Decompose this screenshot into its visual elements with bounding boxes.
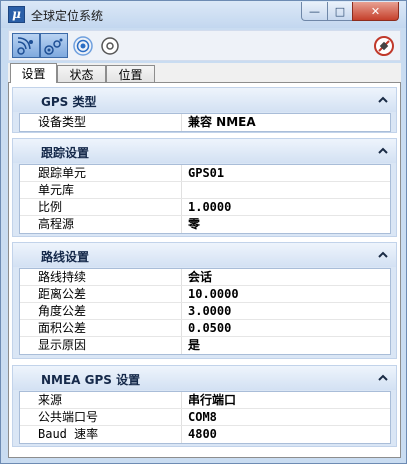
property-value[interactable]: 1.0000 <box>182 199 390 215</box>
gps-window: μ 全球定位系统 — □ ✕ 设置 状态 位置 GPS 类型 设备类型 兼容 N… <box>0 0 407 464</box>
maximize-button[interactable]: □ <box>327 2 353 21</box>
property-label: 单元库 <box>20 182 182 198</box>
section-route: 路线设置 路线持续 会话 距离公差 10.0000 角度公差 3.0000 面积… <box>12 242 397 359</box>
section-title: GPS 类型 <box>41 95 97 109</box>
signal-wave-icon[interactable] <box>70 33 96 58</box>
property-value[interactable]: 10.0000 <box>182 286 390 302</box>
section-nmea-gps: NMEA GPS 设置 来源 串行端口 公共端口号 COM8 Baud 速率 4… <box>12 365 397 447</box>
section-gps-type: GPS 类型 设备类型 兼容 NMEA <box>12 87 397 133</box>
property-label: 高程源 <box>20 216 182 233</box>
property-label: 路线持续 <box>20 269 182 285</box>
property-value[interactable]: 0.0500 <box>182 320 390 336</box>
property-label: 公共端口号 <box>20 409 182 425</box>
property-row-tracking-unit[interactable]: 跟踪单元 GPS01 <box>20 165 390 182</box>
property-grid: 路线持续 会话 距离公差 10.0000 角度公差 3.0000 面积公差 0.… <box>19 268 391 355</box>
property-label: 设备类型 <box>20 114 182 131</box>
settings-panel: GPS 类型 设备类型 兼容 NMEA 跟踪设置 跟踪单元 GPS01 单元库 … <box>8 82 401 458</box>
toolbar <box>8 30 401 61</box>
minimize-button[interactable]: — <box>301 2 328 21</box>
property-label: 距离公差 <box>20 286 182 302</box>
section-title: 路线设置 <box>41 250 90 264</box>
property-label: 比例 <box>20 199 182 215</box>
property-value[interactable]: 兼容 NMEA <box>182 114 390 131</box>
property-row-route-persistence[interactable]: 路线持续 会话 <box>20 269 390 286</box>
property-label: Baud 速率 <box>20 426 182 443</box>
property-row-elevation-source[interactable]: 高程源 零 <box>20 216 390 233</box>
property-value[interactable]: COM8 <box>182 409 390 425</box>
property-row-area-tolerance[interactable]: 面积公差 0.0500 <box>20 320 390 337</box>
property-row-angle-tolerance[interactable]: 角度公差 3.0000 <box>20 303 390 320</box>
property-row-device-type[interactable]: 设备类型 兼容 NMEA <box>20 114 390 131</box>
section-title: 跟踪设置 <box>41 146 90 160</box>
tab-position[interactable]: 位置 <box>106 65 155 83</box>
property-grid: 跟踪单元 GPS01 单元库 比例 1.0000 高程源 零 <box>19 164 391 234</box>
window-title: 全球定位系统 <box>31 9 104 23</box>
property-value[interactable]: 会话 <box>182 269 390 285</box>
property-label: 面积公差 <box>20 320 182 336</box>
section-header[interactable]: 路线设置 <box>13 243 396 267</box>
tab-status[interactable]: 状态 <box>57 65 106 83</box>
property-row-scale[interactable]: 比例 1.0000 <box>20 199 390 216</box>
tab-settings[interactable]: 设置 <box>10 63 57 83</box>
chevron-up-icon[interactable] <box>377 249 389 261</box>
section-header[interactable]: 跟踪设置 <box>13 139 396 163</box>
title-bar[interactable]: μ 全球定位系统 — □ ✕ <box>1 1 406 28</box>
tab-strip: 设置 状态 位置 <box>8 63 401 83</box>
property-label: 跟踪单元 <box>20 165 182 181</box>
app-icon: μ <box>8 6 25 23</box>
property-row-cell-library[interactable]: 单元库 <box>20 182 390 199</box>
chevron-up-icon[interactable] <box>377 145 389 157</box>
close-button[interactable]: ✕ <box>352 2 399 21</box>
gps-connect-icon[interactable] <box>12 33 40 58</box>
property-grid: 设备类型 兼容 NMEA <box>19 113 391 132</box>
property-grid: 来源 串行端口 公共端口号 COM8 Baud 速率 4800 <box>19 391 391 444</box>
chevron-up-icon[interactable] <box>377 94 389 106</box>
property-label: 角度公差 <box>20 303 182 319</box>
disconnect-icon[interactable] <box>371 33 397 58</box>
section-title: NMEA GPS 设置 <box>41 373 141 387</box>
property-row-source[interactable]: 来源 串行端口 <box>20 392 390 409</box>
property-value[interactable]: 3.0000 <box>182 303 390 319</box>
section-tracking: 跟踪设置 跟踪单元 GPS01 单元库 比例 1.0000 高程源 零 <box>12 138 397 237</box>
gps-connect-alt-icon[interactable] <box>40 33 68 58</box>
property-value[interactable]: 零 <box>182 216 390 233</box>
property-row-baud-rate[interactable]: Baud 速率 4800 <box>20 426 390 443</box>
section-header[interactable]: NMEA GPS 设置 <box>13 366 396 390</box>
property-row-distance-tolerance[interactable]: 距离公差 10.0000 <box>20 286 390 303</box>
chevron-up-icon[interactable] <box>377 372 389 384</box>
property-value[interactable]: 串行端口 <box>182 392 390 408</box>
target-icon[interactable] <box>97 33 123 58</box>
property-label: 显示原因 <box>20 337 182 354</box>
property-label: 来源 <box>20 392 182 408</box>
property-value[interactable]: 4800 <box>182 426 390 443</box>
property-value[interactable]: GPS01 <box>182 165 390 181</box>
section-header[interactable]: GPS 类型 <box>13 88 396 112</box>
property-value[interactable] <box>182 182 390 198</box>
property-value[interactable]: 是 <box>182 337 390 354</box>
property-row-com-port[interactable]: 公共端口号 COM8 <box>20 409 390 426</box>
property-row-show-reason[interactable]: 显示原因 是 <box>20 337 390 354</box>
